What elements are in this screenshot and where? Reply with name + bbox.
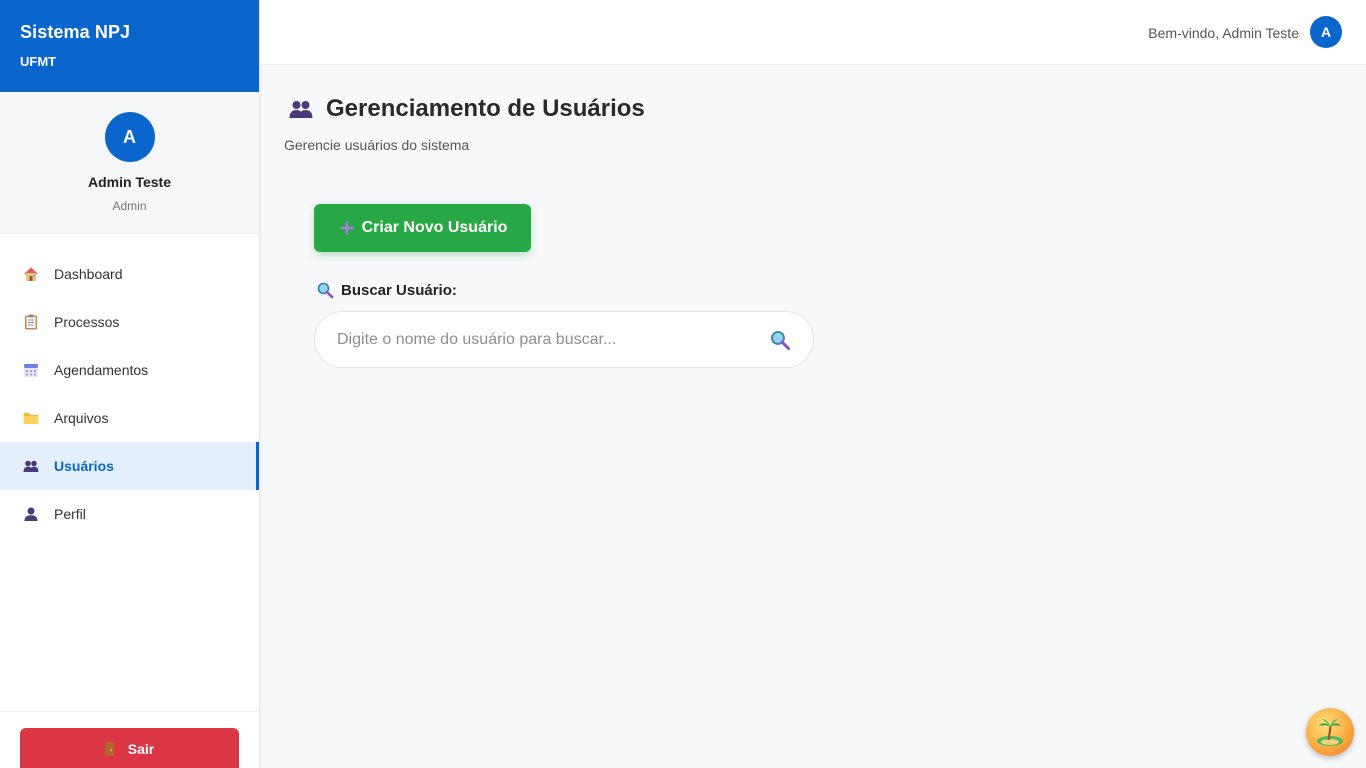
search-icon[interactable]	[769, 329, 791, 351]
profile-name: Admin Teste	[88, 174, 171, 190]
sidebar-item-label: Usuários	[54, 458, 114, 474]
sidebar-item-dashboard[interactable]: Dashboard	[0, 250, 259, 298]
users-icon	[288, 98, 314, 120]
floating-island-icon[interactable]	[1306, 708, 1354, 756]
sidebar-item-label: Dashboard	[54, 266, 123, 282]
user-avatar-button[interactable]: A	[1310, 16, 1342, 48]
sidebar-profile: A Admin Teste Admin	[0, 92, 259, 234]
users-icon	[22, 457, 40, 475]
folder-icon	[22, 409, 40, 427]
sidebar-item-label: Processos	[54, 314, 120, 330]
page-title-text: Gerenciamento de Usuários	[326, 95, 645, 122]
sidebar: Sistema NPJ UFMT A Admin Teste Admin Das…	[0, 0, 260, 768]
clipboard-icon	[22, 313, 40, 331]
sidebar-item-arquivos[interactable]: Arquivos	[0, 394, 259, 442]
brand-subtitle: UFMT	[20, 54, 57, 69]
page-subtitle: Gerencie usuários do sistema	[284, 137, 470, 153]
brand-title: Sistema NPJ	[20, 22, 131, 42]
plus-icon	[338, 219, 356, 237]
create-user-button[interactable]: Criar Novo Usuário	[314, 204, 531, 252]
logout-button[interactable]: Sair	[20, 728, 239, 768]
sidebar-item-label: Arquivos	[54, 410, 109, 426]
sidebar-item-label: Agendamentos	[54, 362, 149, 378]
sidebar-nav: Dashboard Processos Agendamentos Arquivo…	[0, 250, 259, 538]
search-label-text: Buscar Usuário:	[341, 281, 457, 299]
search-box	[314, 311, 814, 368]
sidebar-item-label: Perfil	[54, 506, 86, 522]
user-icon	[22, 505, 40, 523]
magnifier-icon	[316, 281, 334, 299]
profile-role: Admin	[112, 199, 147, 213]
calendar-icon	[22, 361, 40, 379]
sidebar-item-agendamentos[interactable]: Agendamentos	[0, 346, 259, 394]
sidebar-item-processos[interactable]: Processos	[0, 298, 259, 346]
logout-area: Sair	[0, 711, 259, 768]
welcome-text: Bem-vindo, Admin Teste	[1148, 25, 1299, 41]
search-label: Buscar Usuário:	[316, 281, 457, 299]
search-input[interactable]	[337, 330, 769, 349]
avatar: A	[104, 112, 155, 162]
sidebar-item-perfil[interactable]: Perfil	[0, 490, 259, 538]
create-user-label: Criar Novo Usuário	[361, 219, 508, 236]
brand-header: Sistema NPJ UFMT	[0, 0, 259, 92]
page-title: Gerenciamento de Usuários	[288, 95, 645, 123]
door-icon	[104, 741, 114, 756]
house-icon	[22, 265, 40, 283]
main-content: Gerenciamento de Usuários Gerencie usuár…	[260, 65, 1366, 768]
sidebar-item-usuarios[interactable]: Usuários	[0, 442, 259, 490]
topbar: Bem-vindo, Admin Teste A	[260, 0, 1366, 65]
logout-label: Sair	[127, 740, 155, 757]
